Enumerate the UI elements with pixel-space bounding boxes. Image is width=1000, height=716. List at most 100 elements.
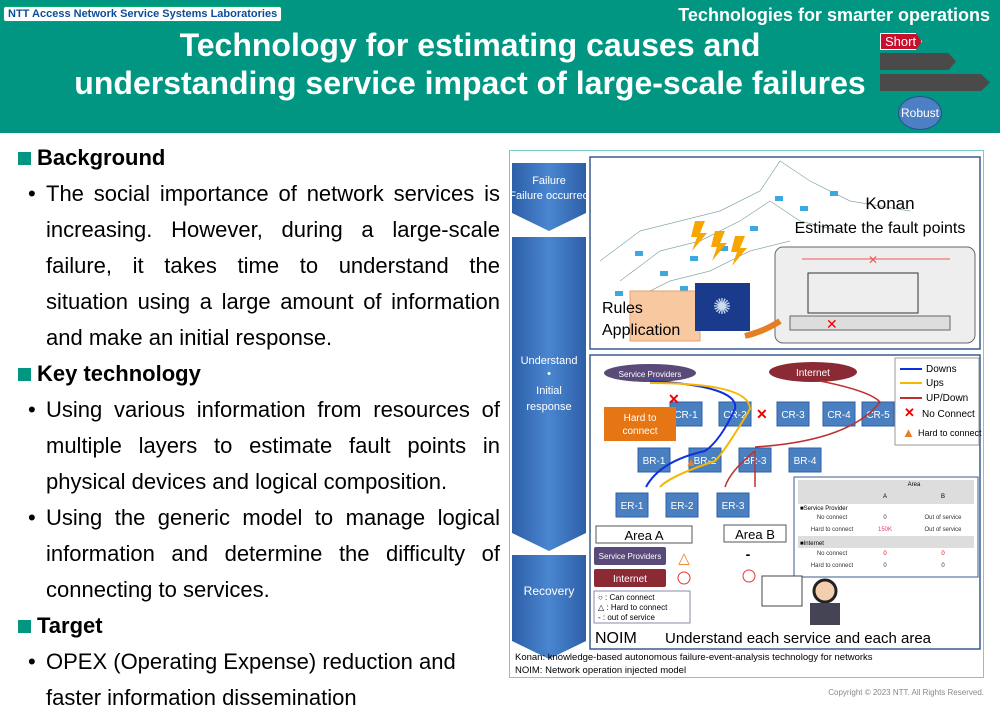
table-group: ■Service Provider [800, 506, 848, 512]
lab-label: NTT Access Network Service Systems Labor… [3, 6, 283, 22]
key-text: - : out of service [598, 613, 655, 622]
phase-label: Failure [532, 175, 566, 187]
bullet: • Using various information from resource… [18, 392, 500, 500]
table-col: A [883, 494, 887, 500]
bullet-icon: • [28, 181, 36, 206]
section-heading: Key technology [18, 356, 500, 392]
legend-label: Downs [926, 364, 957, 375]
triangle-icon: △ [678, 550, 690, 567]
area-label: Area B [735, 527, 775, 542]
konan-label: Konan [865, 194, 914, 213]
header: NTT Access Network Service Systems Labor… [0, 0, 1000, 133]
cloud-label: Service Providers [619, 370, 682, 379]
diagram-svg: Failure Failure occurred Understand • In… [509, 156, 982, 676]
node-label: CR-5 [866, 410, 890, 421]
monitor-icon [761, 575, 803, 607]
bullet-text: Using the generic model to manage logica… [46, 505, 500, 602]
title-line: Technology for estimating causes and [179, 27, 761, 63]
category-label: Technologies for smarter operations [678, 5, 990, 25]
tag-label: Service Providers [599, 552, 662, 561]
heading-text: Key technology [37, 361, 201, 386]
table-group-bg [798, 536, 974, 548]
brain-icon: ✺ [713, 294, 731, 319]
heading-text: Target [37, 613, 103, 638]
operator-body [810, 603, 840, 625]
section-heading: Target [18, 608, 500, 644]
table-group: ■Internet [800, 541, 824, 547]
short-badge: Short [880, 33, 922, 50]
node-label: BR-1 [643, 456, 666, 467]
node-label: BR-4 [794, 456, 817, 467]
callout-text: connect [622, 426, 657, 437]
bullet-text: The social importance of network service… [46, 181, 500, 350]
callout-text: Hard to [624, 413, 657, 424]
table-header-text: Area [908, 482, 921, 488]
table-col: B [941, 494, 945, 500]
node-label: CR-4 [827, 410, 851, 421]
device-row [789, 315, 951, 331]
key-text: △ : Hard to connect [598, 603, 668, 612]
hard-to-connect-icon: ▲ [685, 455, 697, 469]
phase-label: Recovery [524, 584, 575, 598]
phase-label: Initial [536, 385, 562, 397]
bullet-text: Using various information from resources… [46, 397, 500, 494]
table-cell: No connect [817, 515, 848, 521]
application-label: Application [602, 322, 680, 339]
node-label: CR-3 [781, 410, 805, 421]
hard-to-connect-icon: ▲ [902, 425, 915, 440]
robust-badge: Robust [898, 96, 942, 130]
estimate-label: Estimate the fault points [795, 220, 966, 237]
x-icon: ✕ [868, 253, 878, 267]
key-text: ○ : Can connect [598, 593, 655, 602]
legend-label: No Connect [922, 409, 975, 420]
phase-label: response [526, 401, 571, 413]
diagram: Failure Failure occurred Understand • In… [509, 150, 984, 678]
no-connect-icon: ✕ [756, 406, 768, 422]
square-bullet-icon [18, 151, 31, 165]
x-icon: ✕ [826, 316, 838, 332]
heading-text: Background [37, 145, 166, 170]
cloud-label: Internet [796, 368, 830, 379]
node-label: ER-3 [722, 501, 745, 512]
node-label: CR-1 [674, 410, 698, 421]
legend-label: Hard to connect [918, 428, 982, 438]
bullet-icon: • [28, 505, 36, 530]
noim-label: NOIM [595, 630, 637, 647]
area-label: Area A [624, 528, 663, 543]
content: Background • The social importance of net… [18, 140, 500, 716]
node-label: ER-2 [671, 501, 694, 512]
node-label: ER-1 [621, 501, 644, 512]
title-line: understanding service impact of large-sc… [74, 65, 866, 101]
square-bullet-icon [18, 367, 31, 381]
out-of-service-mark: - [746, 546, 751, 562]
timeline-bar [880, 74, 990, 91]
table-cell: Out of service [924, 527, 962, 533]
bullet-text: OPEX (Operating Expense) reduction and f… [46, 649, 456, 710]
square-bullet-icon [18, 619, 31, 633]
table-cell: Out of service [924, 515, 962, 521]
bullet: • The social importance of network servic… [18, 176, 500, 356]
no-connect-icon: ✕ [904, 405, 915, 420]
table-cell: No connect [817, 551, 848, 557]
table-cell: Hard to connect [811, 563, 854, 569]
copyright: Copyright © 2023 NTT. All Rights Reserve… [828, 688, 984, 697]
table-cell: 150K [878, 527, 892, 533]
phase-label: • [547, 368, 551, 380]
table-cell: Hard to connect [811, 527, 854, 533]
page-title: Technology for estimating causes and unde… [60, 26, 880, 102]
footnote: Konan: knowledge-based autonomous failur… [515, 652, 873, 663]
table-header [798, 480, 974, 504]
legend-label: Ups [926, 378, 944, 389]
tag-label: Internet [613, 574, 647, 585]
understand-label: Understand each service and each area [665, 630, 932, 647]
section-heading: Background [18, 140, 500, 176]
phase-arrow [512, 555, 586, 659]
no-connect-icon: ✕ [668, 391, 680, 407]
operator-icon [812, 578, 838, 604]
bullet-icon: • [28, 649, 36, 674]
bullet: • OPEX (Operating Expense) reduction and … [18, 644, 500, 716]
bullet: • Using the generic model to manage logic… [18, 500, 500, 608]
phase-label: Understand [521, 355, 578, 367]
legend-label: UP/Down [926, 393, 968, 404]
bullet-icon: • [28, 397, 36, 422]
